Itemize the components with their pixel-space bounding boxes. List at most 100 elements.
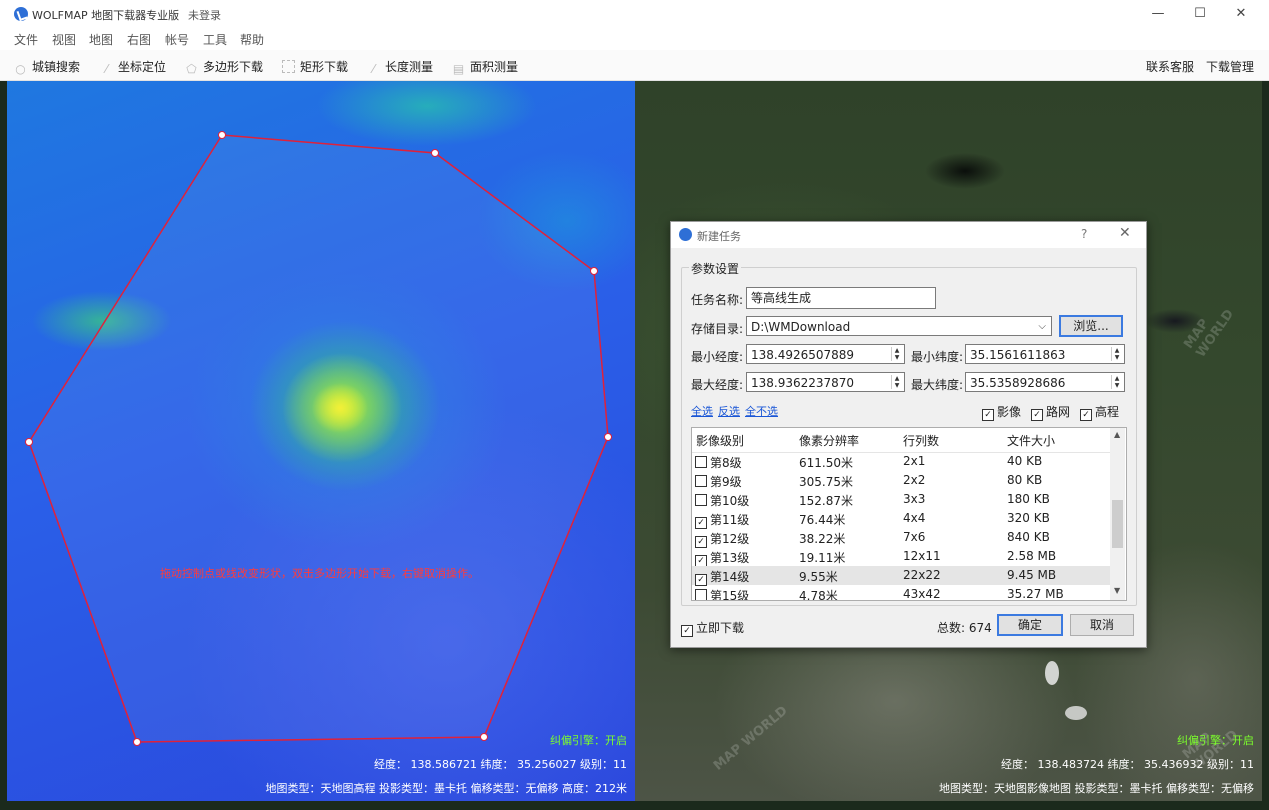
table-row[interactable]: 第10级 152.87米 3x3 180 KB <box>692 490 1110 509</box>
download-manager-link[interactable]: 下载管理 <box>1206 58 1254 75</box>
area-icon: ▤ <box>452 62 465 76</box>
min-lat-label: 最小纬度: <box>911 350 964 364</box>
dir-label: 存储目录: <box>691 322 744 336</box>
polygon-vertex[interactable] <box>25 438 33 446</box>
contact-support-link[interactable]: 联系客服 <box>1146 58 1194 75</box>
checkbox-checked-icon: ✓ <box>1080 409 1092 421</box>
scroll-up-icon[interactable]: ▲ <box>1114 430 1120 439</box>
tool-polygon-download[interactable]: ⬠ 多边形下载 <box>185 58 263 76</box>
spinner-icon[interactable]: ▲ ▼ <box>891 375 902 389</box>
wolfmap-logo-icon <box>14 7 28 21</box>
invert-selection-link[interactable]: 反选 <box>718 403 740 419</box>
toolbar: ○ 城镇搜索 ⁄ 坐标定位 ⬠ 多边形下载 矩形下载 ⁄ 长度测量 ▤ 面积测量 联系客服… <box>0 50 1269 81</box>
polygon-icon: ⬠ <box>186 62 197 76</box>
right-coords-readout: 经度： 138.483724 纬度： 35.436932 级别：11 <box>1001 758 1254 771</box>
minimize-button[interactable]: — <box>1142 4 1174 24</box>
help-button[interactable]: ? <box>1081 227 1087 241</box>
col-resolution[interactable]: 像素分辨率 <box>799 432 859 449</box>
polygon-vertex[interactable] <box>604 433 612 441</box>
table-row[interactable]: 第8级 611.50米 2x1 40 KB <box>692 452 1110 471</box>
close-button[interactable]: ✕ <box>1225 4 1257 24</box>
polygon-vertex[interactable] <box>480 733 488 741</box>
layer-elevation-checkbox[interactable]: ✓ 高程 <box>1080 403 1119 421</box>
table-row[interactable]: ✓ 第13级 19.11米 12x11 2.58 MB <box>692 547 1110 567</box>
left-correction-status: 纠偏引擎：开启 <box>550 734 627 747</box>
left-map-status: 地图类型：天地图高程 投影类型：墨卡托 偏移类型：无偏移 高度：212米 <box>265 782 627 795</box>
menu-bar: 文件 视图 地图 右图 帐号 工具 帮助 <box>0 28 1269 50</box>
spinner-icon[interactable]: ▲ ▼ <box>1111 375 1122 389</box>
table-scrollbar[interactable]: ▲ ▼ <box>1110 428 1125 600</box>
dialog-close-button[interactable]: ✕ <box>1119 225 1131 241</box>
table-row[interactable]: ✓ 第12级 38.22米 7x6 840 KB <box>692 528 1110 548</box>
menu-map[interactable]: 地图 <box>89 31 113 48</box>
task-name-input[interactable]: 等高线生成 <box>746 287 936 309</box>
map-watermark: MAP WORLD <box>710 703 791 774</box>
tool-rectangle-download[interactable]: 矩形下载 <box>282 58 348 75</box>
scroll-down-icon[interactable]: ▼ <box>1114 586 1120 595</box>
menu-account[interactable]: 帐号 <box>165 31 189 48</box>
browse-button[interactable]: 浏览... <box>1059 315 1123 337</box>
tool-area-measure[interactable]: ▤ 面积测量 <box>452 58 518 76</box>
polygon-vertex[interactable] <box>431 149 439 157</box>
spinner-icon[interactable]: ▲ ▼ <box>891 347 902 361</box>
search-icon: ○ <box>15 62 26 76</box>
max-lon-label: 最大经度: <box>691 378 744 392</box>
select-none-link[interactable]: 全不选 <box>745 403 778 419</box>
left-map-elevation[interactable]: 拖动控制点或线改变形状，双击多边形开始下载，右键取消操作。 纠偏引擎：开启 经度… <box>7 81 635 801</box>
levels-table: 影像级别 像素分辨率 行列数 文件大小 第8级 611.50米 2x1 40 K… <box>691 427 1127 601</box>
maximize-button[interactable]: ☐ <box>1184 4 1216 24</box>
polygon-vertex[interactable] <box>218 131 226 139</box>
menu-tools[interactable]: 工具 <box>203 31 227 48</box>
table-row[interactable]: ✓ 第11级 76.44米 4x4 320 KB <box>692 509 1110 529</box>
max-lon-input[interactable]: 138.9362237870 ▲ ▼ <box>746 372 905 392</box>
total-count: 总数: 674 <box>937 621 992 635</box>
checkbox-unchecked-icon[interactable] <box>695 456 707 468</box>
right-map-status: 地图类型：天地图影像地图 投影类型：墨卡托 偏移类型：无偏移 <box>939 782 1254 795</box>
min-lat-input[interactable]: 35.1561611863 ▲ ▼ <box>965 344 1125 364</box>
ruler-icon: ⁄ <box>372 62 375 76</box>
window-title: WOLFMAP 地图下载器专业版 <box>32 9 180 22</box>
col-size[interactable]: 文件大小 <box>1007 432 1055 449</box>
title-bar: WOLFMAP 地图下载器专业版 未登录 — ☐ ✕ <box>0 0 1269 28</box>
chevron-down-icon: ⌵ <box>1038 321 1046 332</box>
cancel-button[interactable]: 取消 <box>1070 614 1134 636</box>
menu-view[interactable]: 视图 <box>52 31 76 48</box>
tool-town-search[interactable]: ○ 城镇搜索 <box>14 58 80 76</box>
spinner-icon[interactable]: ▲ ▼ <box>1111 347 1122 361</box>
select-all-link[interactable]: 全选 <box>691 403 713 419</box>
col-grid[interactable]: 行列数 <box>903 432 939 449</box>
login-status: 未登录 <box>188 9 221 22</box>
snow-patch <box>1065 706 1087 720</box>
table-row[interactable]: 第9级 305.75米 2x2 80 KB <box>692 471 1110 490</box>
checkbox-unchecked-icon[interactable] <box>695 494 707 506</box>
checkbox-unchecked-icon[interactable] <box>695 475 707 487</box>
table-header: 影像级别 像素分辨率 行列数 文件大小 <box>692 428 1110 453</box>
dir-select[interactable]: D:\WMDownload ⌵ <box>746 316 1052 336</box>
scroll-thumb[interactable] <box>1112 500 1123 548</box>
menu-file[interactable]: 文件 <box>14 31 38 48</box>
table-row-selected[interactable]: ✓ 第14级 9.55米 22x22 9.45 MB <box>692 566 1110 586</box>
polygon-vertex[interactable] <box>590 267 598 275</box>
checkbox-unchecked-icon[interactable] <box>695 589 707 600</box>
max-lat-input[interactable]: 35.5358928686 ▲ ▼ <box>965 372 1125 392</box>
new-task-dialog: 新建任务 ? ✕ 参数设置 任务名称: 等高线生成 存储目录: D:\WMDow… <box>670 221 1147 648</box>
left-coords-readout: 经度： 138.586721 纬度： 35.256027 级别：11 <box>374 758 627 771</box>
params-group-title: 参数设置 <box>689 260 742 277</box>
polygon-vertex[interactable] <box>133 738 141 746</box>
dialog-title: 新建任务 <box>697 230 741 243</box>
tool-length-measure[interactable]: ⁄ 长度测量 <box>367 58 433 76</box>
ok-button[interactable]: 确定 <box>997 614 1063 636</box>
col-level[interactable]: 影像级别 <box>696 432 744 449</box>
checkbox-checked-icon: ✓ <box>982 409 994 421</box>
instant-download-checkbox[interactable]: ✓ 立即下载 <box>681 619 744 637</box>
table-row[interactable]: 第15级 4.78米 43x42 35.27 MB <box>692 585 1110 600</box>
menu-right-map[interactable]: 右图 <box>127 31 151 48</box>
tool-coordinate-locate[interactable]: ⁄ 坐标定位 <box>100 58 166 76</box>
layer-imagery-checkbox[interactable]: ✓ 影像 <box>982 403 1021 421</box>
menu-help[interactable]: 帮助 <box>240 31 264 48</box>
task-name-label: 任务名称: <box>691 293 744 307</box>
rectangle-icon <box>282 60 295 73</box>
layer-roads-checkbox[interactable]: ✓ 路网 <box>1031 403 1070 421</box>
download-polygon[interactable] <box>7 81 635 801</box>
min-lon-input[interactable]: 138.4926507889 ▲ ▼ <box>746 344 905 364</box>
